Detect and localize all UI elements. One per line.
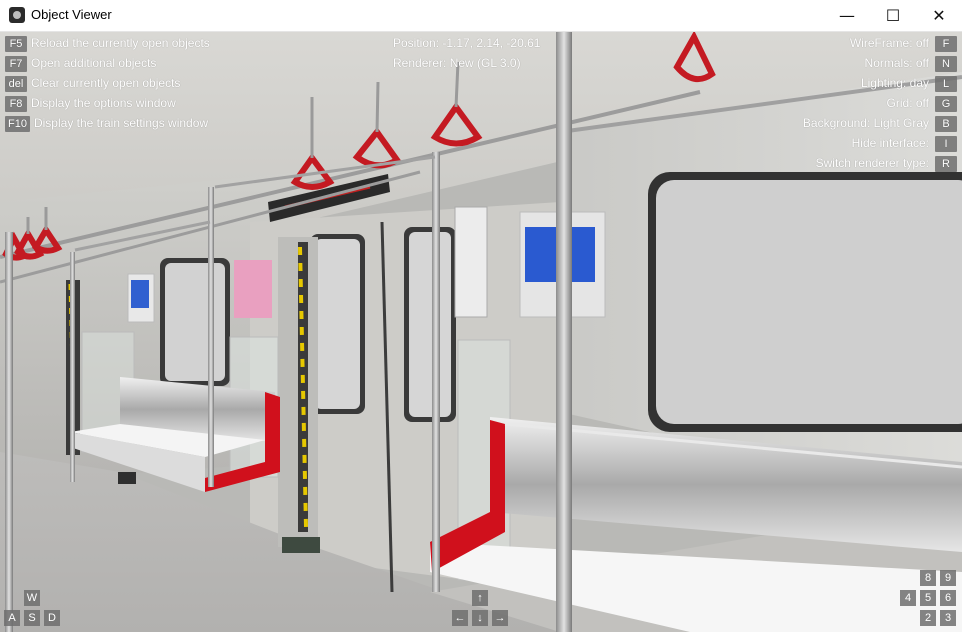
key-f[interactable]: F (935, 36, 957, 52)
key-s[interactable]: S (24, 610, 40, 626)
hud-label: Open additional objects (31, 56, 157, 70)
hud-status-center: Position: -1.17, 2.14, -20.61 Renderer: … (393, 33, 540, 73)
hud-row-open[interactable]: F7 Open additional objects (5, 53, 210, 73)
camera-position: Position: -1.17, 2.14, -20.61 (393, 36, 541, 50)
key-3[interactable]: 3 (940, 610, 956, 626)
hud-label: Display the train settings window (33, 116, 209, 130)
hud-row-train-settings[interactable]: F10 Display the train settings window (5, 113, 210, 133)
option-label: Switch renderer type: (815, 156, 929, 170)
key-i[interactable]: I (935, 136, 957, 152)
arrow-keypad: ↑ ← ↓ → (452, 590, 510, 630)
window-title: Object Viewer (31, 7, 112, 22)
option-label: Background: Light Gray (802, 116, 929, 130)
numpad-keypad: 8 9 4 5 6 2 3 (900, 570, 958, 630)
option-hide-interface[interactable]: Hide interface: I (717, 133, 957, 153)
title-bar: Object Viewer — ☐ ✕ (0, 0, 962, 32)
hud-label: Reload the currently open objects (31, 36, 210, 50)
key-9[interactable]: 9 (940, 570, 956, 586)
maximize-icon: ☐ (885, 6, 901, 25)
key-4[interactable]: 4 (900, 590, 916, 606)
arrow-up-icon[interactable]: ↑ (472, 590, 488, 606)
option-wireframe[interactable]: WireFrame: off F (717, 33, 957, 53)
option-normals[interactable]: Normals: off N (717, 53, 957, 73)
key-w[interactable]: W (24, 590, 40, 606)
key-l[interactable]: L (935, 76, 957, 92)
movement-keypad: W A S D (4, 590, 62, 630)
key-a[interactable]: A (4, 610, 20, 626)
hud-options-right: WireFrame: off F Normals: off N Lighting: … (717, 33, 957, 173)
option-lighting[interactable]: Lighting: day L (717, 73, 957, 93)
arrow-right-icon[interactable]: → (492, 610, 508, 626)
maximize-button[interactable]: ☐ (870, 0, 916, 31)
key-g[interactable]: G (935, 96, 957, 112)
arrow-left-icon[interactable]: ← (452, 610, 468, 626)
key-6[interactable]: 6 (940, 590, 956, 606)
minimize-button[interactable]: — (824, 0, 870, 31)
key-f8[interactable]: F8 (5, 96, 27, 112)
key-2[interactable]: 2 (920, 610, 936, 626)
hud-row-options[interactable]: F8 Display the options window (5, 93, 210, 113)
arrow-down-icon[interactable]: ↓ (472, 610, 488, 626)
key-f10[interactable]: F10 (5, 116, 30, 132)
hud-shortcuts-left: F5 Reload the currently open objects F7 Op… (5, 33, 210, 133)
close-button[interactable]: ✕ (916, 0, 962, 31)
option-grid[interactable]: Grid: off G (717, 93, 957, 113)
app-icon (9, 7, 25, 23)
hud-label: Display the options window (31, 96, 176, 110)
hud-row-reload[interactable]: F5 Reload the currently open objects (5, 33, 210, 53)
key-del[interactable]: del (5, 76, 27, 92)
key-b[interactable]: B (935, 116, 957, 132)
option-label: Hide interface: (851, 136, 929, 150)
3d-viewport[interactable]: F5 Reload the currently open objects F7 Op… (0, 32, 962, 632)
key-5[interactable]: 5 (920, 590, 936, 606)
key-d[interactable]: D (44, 610, 60, 626)
minimize-icon: — (839, 6, 855, 25)
option-label: WireFrame: off (849, 36, 929, 50)
option-label: Grid: off (886, 96, 929, 110)
key-n[interactable]: N (935, 56, 957, 72)
hud-row-clear[interactable]: del Clear currently open objects (5, 73, 210, 93)
option-background[interactable]: Background: Light Gray B (717, 113, 957, 133)
option-switch-renderer[interactable]: Switch renderer type: R (717, 153, 957, 173)
key-f5[interactable]: F5 (5, 36, 27, 52)
option-label: Normals: off (864, 56, 929, 70)
renderer-info: Renderer: New (GL 3.0) (393, 56, 521, 70)
close-icon: ✕ (932, 6, 946, 25)
hud-label: Clear currently open objects (31, 76, 181, 90)
key-r[interactable]: R (935, 156, 957, 172)
key-8[interactable]: 8 (920, 570, 936, 586)
key-f7[interactable]: F7 (5, 56, 27, 72)
option-label: Lighting: day (860, 76, 929, 90)
